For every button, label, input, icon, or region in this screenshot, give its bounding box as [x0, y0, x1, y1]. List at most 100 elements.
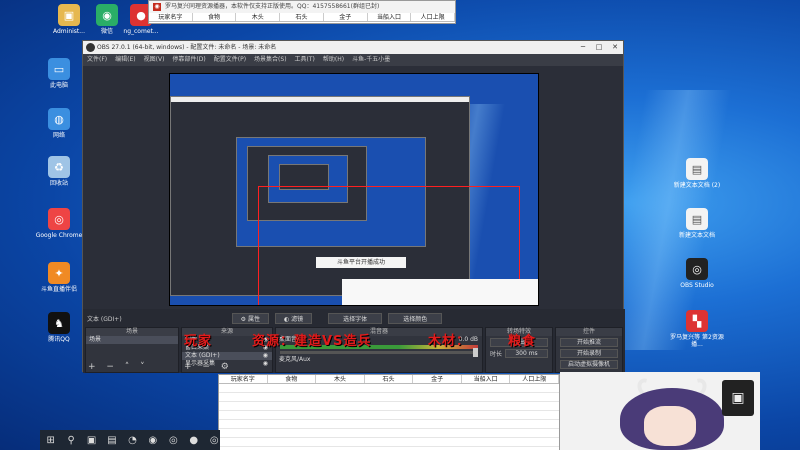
obs-logo-icon	[86, 43, 95, 52]
edge-icon[interactable]: ◔	[127, 434, 138, 446]
obs-main-window[interactable]: OBS 27.0.1 (64-bit, windows) - 配置文件: 未命名…	[82, 40, 625, 373]
column-header: 金子	[324, 13, 368, 21]
obs-titlebar[interactable]: OBS 27.0.1 (64-bit, windows) - 配置文件: 未命名…	[83, 41, 623, 54]
desktop-icon-label: 斗鱼直播伴侣	[40, 286, 77, 293]
duration-input[interactable]: 300 ms	[505, 349, 548, 358]
overlay-text-wood: 木材：	[428, 334, 471, 349]
eye-icon[interactable]: ◉	[263, 352, 268, 360]
desktop-icon[interactable]: ▚ 罗马复兴等 第2资源播...	[668, 310, 726, 348]
desktop-icon[interactable]: ◎ OBS Studio	[668, 258, 726, 289]
obs-preview-canvas[interactable]: 斗鱼平台开播成功	[169, 73, 539, 306]
source-item[interactable]: 文本 (GDI+) ◉	[182, 352, 272, 360]
column-header: 木头	[236, 13, 281, 21]
menu-item[interactable]: 帮助(H)	[323, 54, 344, 66]
column-header: 木头	[316, 375, 365, 383]
controls-header: 控件	[556, 328, 622, 336]
obs-menubar: 文件(F) 编辑(E) 视图(V) 停靠部件(D) 配置文件(P) 场景集合(S) 工具(T…	[83, 54, 623, 66]
desktop-icon[interactable]: ▭ 此电脑	[30, 58, 88, 89]
maximize-button[interactable]: □	[591, 41, 607, 54]
desktop-icon[interactable]: ♻ 回收站	[30, 156, 88, 187]
obs-taskbar-icon[interactable]: ◎	[168, 434, 179, 446]
overlay-text-food: 粮食	[508, 334, 537, 349]
nested-sheet-capture	[342, 279, 538, 305]
desktop-icon[interactable]: ▤ 新建文本文档 (2)	[668, 158, 726, 189]
start-streaming-button[interactable]: 开始推流	[560, 338, 618, 347]
text-document-icon: ▤	[686, 158, 708, 180]
chrome-taskbar-icon[interactable]: ◎	[209, 434, 220, 446]
mic-audio-label: 麦克风/Aux	[279, 356, 311, 363]
column-header: 食物	[268, 375, 317, 383]
start-recording-button[interactable]: 开始录制	[560, 349, 618, 358]
scenes-dock: 场景 场景 + − ˄ ˅	[85, 327, 179, 373]
scene-controls[interactable]: + − ˄ ˅	[88, 362, 149, 372]
desktop-icon[interactable]: ◎ Google Chrome	[30, 208, 88, 239]
column-header: 当船入口	[368, 13, 412, 21]
properties-label: 属性	[247, 315, 260, 323]
start-icon[interactable]: ⊞	[45, 434, 56, 446]
eye-icon[interactable]: ◉	[263, 360, 268, 368]
red-app-icon: ▚	[686, 310, 708, 332]
select-font-button[interactable]: 选择字体	[328, 312, 383, 324]
desktop-icon-label: 此电脑	[49, 82, 68, 89]
obs-icon: ◎	[686, 258, 708, 280]
menu-item[interactable]: 工具(T)	[295, 54, 315, 66]
task-view-icon[interactable]: ▣	[86, 434, 97, 446]
sheet-body	[219, 384, 559, 450]
menu-item[interactable]: 编辑(E)	[115, 54, 135, 66]
top-resource-window[interactable]: ◉ 罗马复兴同理资源播器，本软件仅支持正版使用。QQ：4157558661(群组…	[148, 0, 456, 24]
bottom-resource-window[interactable]: 玩家名字 食物 木头 石头 金子 当船入口 人口上限	[218, 374, 560, 450]
menu-item[interactable]: 场景集合(S)	[254, 54, 287, 66]
column-header: 玩家名字	[219, 375, 268, 383]
recycle-bin-icon: ♻	[48, 156, 70, 178]
column-header: 石头	[280, 13, 324, 21]
overlay-text-resources: 资源：建造VS造兵	[252, 334, 372, 349]
select-color-button[interactable]: 选择颜色	[388, 312, 443, 324]
qq-icon: ♞	[48, 312, 70, 334]
network-icon: ◍	[48, 108, 70, 130]
duration-label: 时长	[490, 351, 503, 358]
menu-item[interactable]: 斗鱼-千五小墨	[352, 54, 390, 66]
desktop-icon-label: 新建文本文档	[678, 232, 715, 239]
app-icon: ◉	[153, 3, 161, 11]
minimize-button[interactable]: ─	[575, 41, 591, 54]
menu-item[interactable]: 配置文件(P)	[214, 54, 246, 66]
obs-window-title: OBS 27.0.1 (64-bit, windows) - 配置文件: 未命名…	[97, 44, 277, 51]
column-header: 玩家名字	[149, 13, 193, 21]
column-header: 当船入口	[462, 375, 511, 383]
text-document-icon: ▤	[686, 208, 708, 230]
character-overlay-panel: ▣	[560, 372, 760, 450]
desktop-icon-label: 网络	[52, 132, 65, 139]
taskbar: ⊞ ⚲ ▣ ▤ ◔ ◉ ◎ ● ◎	[40, 430, 220, 450]
scene-item[interactable]: 场景	[86, 336, 178, 344]
desktop-icon[interactable]: ♞ 腾讯QQ	[30, 312, 88, 343]
desktop-icon[interactable]: ✦ 斗鱼直播伴侣	[30, 262, 88, 293]
controls-dock: 控件 开始推流 开始录制 启动虚拟摄像机	[555, 327, 623, 373]
filters-label: 滤镜	[291, 315, 304, 323]
desktop-icon[interactable]: ▤ 新建文本文档	[668, 208, 726, 239]
start-virtual-camera-button[interactable]: 启动虚拟摄像机	[560, 360, 618, 369]
close-button[interactable]: ✕	[607, 41, 623, 54]
desktop-icon[interactable]: ◍ 网络	[30, 108, 88, 139]
red-app-taskbar-icon[interactable]: ●	[188, 434, 199, 446]
filters-button[interactable]: ◐ 滤镜	[274, 312, 313, 324]
desktop-volume-slider[interactable]	[280, 348, 478, 357]
column-header: 人口上限	[411, 13, 456, 21]
column-header: 石头	[365, 375, 414, 383]
column-header: 人口上限	[510, 375, 560, 383]
streamer-logo-icon: ▣	[722, 380, 754, 416]
search-icon[interactable]: ⚲	[65, 434, 76, 446]
scenes-header: 场景	[86, 328, 178, 336]
source-controls[interactable]: + − ⚙	[184, 362, 233, 372]
desktop-icon-label: 新建文本文档 (2)	[673, 182, 721, 189]
character-face	[644, 406, 696, 446]
top-resource-window-titlebar[interactable]: ◉ 罗马复兴同理资源播器，本软件仅支持正版使用。QQ：4157558661(群组…	[149, 1, 455, 13]
file-explorer-icon[interactable]: ▤	[106, 434, 117, 446]
menu-item[interactable]: 停靠部件(D)	[172, 54, 205, 66]
wechat-icon[interactable]: ◉	[147, 434, 158, 446]
selected-source-label: 文本 (GDI+)	[87, 315, 122, 323]
menu-item[interactable]: 文件(F)	[87, 54, 107, 66]
filter-icon: ◐	[283, 315, 290, 323]
user-folder-icon: ▣	[58, 4, 80, 26]
properties-button[interactable]: ⚙ 属性	[231, 312, 269, 324]
menu-item[interactable]: 视图(V)	[144, 54, 165, 66]
